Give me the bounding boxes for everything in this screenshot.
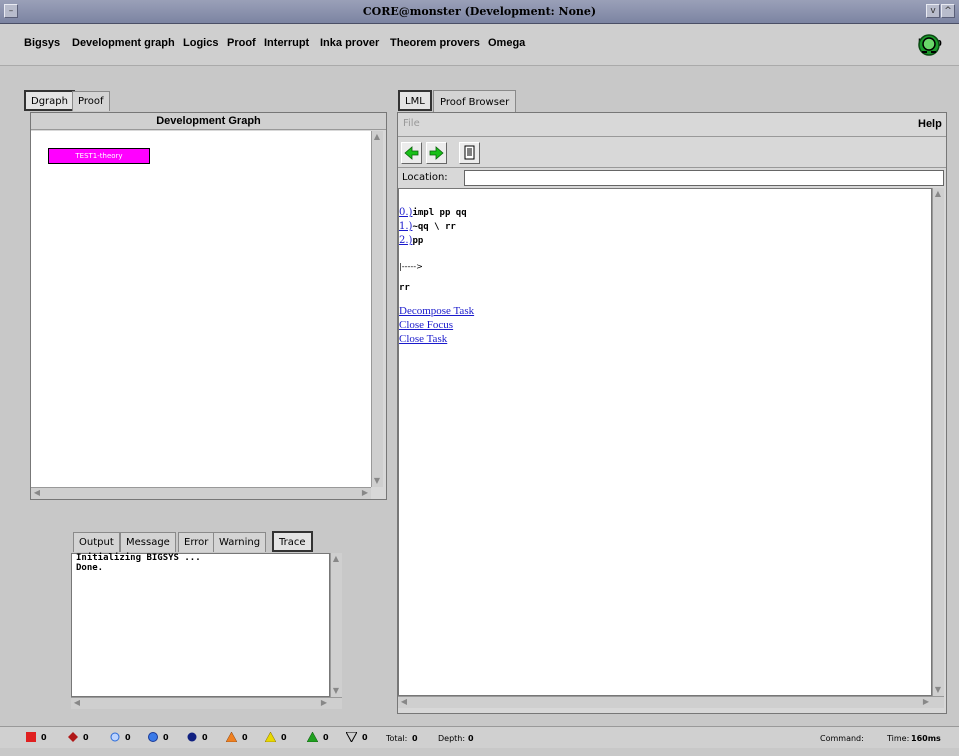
status-bar bbox=[0, 726, 959, 748]
blue-circle-outline-icon bbox=[110, 732, 120, 742]
trace-output-area[interactable] bbox=[71, 553, 330, 697]
lml-formula-1[interactable]: 1.)~qq \ rr bbox=[399, 221, 456, 232]
lml-formula-number[interactable]: 2.) bbox=[399, 235, 412, 246]
menu-omega[interactable]: Omega bbox=[488, 37, 525, 49]
lml-formula-text: ~qq \ rr bbox=[412, 222, 456, 232]
lml-horizontal-scrollbar[interactable]: ◀ ▶ bbox=[398, 696, 944, 708]
legend-yellow-triangle: 0 bbox=[265, 732, 287, 742]
lml-goal: rr bbox=[399, 283, 410, 293]
legend-count: 0 bbox=[362, 732, 368, 742]
time-label: Time: bbox=[887, 734, 910, 743]
menu-inka-prover[interactable]: Inka prover bbox=[320, 37, 379, 49]
tab-trace[interactable]: Trace bbox=[272, 531, 313, 552]
location-input[interactable] bbox=[464, 170, 944, 186]
legend-green-triangle: 0 bbox=[307, 732, 329, 742]
tab-lml[interactable]: LML bbox=[398, 90, 432, 111]
menu-logics[interactable]: Logics bbox=[183, 37, 218, 49]
triangle-down-icon bbox=[346, 732, 357, 742]
lml-formula-2[interactable]: 2.)pp bbox=[399, 235, 423, 246]
lml-content-area[interactable] bbox=[398, 188, 932, 696]
trace-vertical-scrollbar[interactable]: ▲ ▼ bbox=[330, 553, 342, 697]
legend-red-square: 0 bbox=[26, 732, 47, 742]
menu-development-graph[interactable]: Development graph bbox=[72, 37, 175, 49]
forward-button[interactable] bbox=[426, 142, 447, 164]
window-title: CORE@monster (Development: None) bbox=[362, 5, 597, 18]
legend-count: 0 bbox=[125, 732, 131, 742]
tab-warning[interactable]: Warning bbox=[213, 532, 267, 552]
lml-turnstile: |-----> bbox=[399, 262, 423, 271]
blue-circle-icon bbox=[148, 732, 158, 742]
total-label: Total: bbox=[386, 734, 408, 743]
depth-label: Depth: bbox=[438, 734, 466, 743]
graph-vertical-scrollbar[interactable]: ▲ ▼ bbox=[371, 131, 383, 487]
tab-proof[interactable]: Proof bbox=[72, 91, 110, 111]
close-focus-link[interactable]: Close Focus bbox=[399, 319, 453, 331]
decompose-task-link[interactable]: Decompose Task bbox=[399, 305, 474, 317]
menu-proof[interactable]: Proof bbox=[227, 37, 256, 49]
legend-count: 0 bbox=[41, 732, 47, 742]
lml-formula-number[interactable]: 1.) bbox=[399, 221, 412, 232]
trace-line: Done. bbox=[76, 563, 104, 573]
trace-line: Initializing BIGSYS ... bbox=[76, 553, 201, 563]
development-graph-header: Development Graph bbox=[31, 113, 386, 130]
divider bbox=[398, 167, 946, 168]
menu-bigsys[interactable]: Bigsys bbox=[24, 37, 60, 49]
legend-count: 0 bbox=[202, 732, 208, 742]
lml-formula-text: impl pp qq bbox=[412, 208, 467, 218]
graph-horizontal-scrollbar[interactable]: ◀ ▶ bbox=[31, 487, 371, 499]
tab-error[interactable]: Error bbox=[178, 532, 215, 552]
graph-node-test1-theory[interactable]: TEST1-theory bbox=[48, 148, 150, 164]
document-icon bbox=[464, 145, 475, 160]
total-value: 0 bbox=[412, 734, 418, 743]
legend-navy-circle: 0 bbox=[187, 732, 208, 742]
yellow-triangle-icon bbox=[265, 732, 276, 742]
document-button[interactable] bbox=[459, 142, 480, 164]
legend-blue-circle-outline: 0 bbox=[110, 732, 131, 742]
omega-icon bbox=[918, 34, 940, 56]
minimize-button[interactable]: v bbox=[926, 4, 940, 18]
legend-count: 0 bbox=[83, 732, 89, 742]
legend-blue-circle: 0 bbox=[148, 732, 169, 742]
lml-menu-help[interactable]: Help bbox=[918, 118, 942, 130]
omega-logo-button[interactable] bbox=[917, 33, 941, 57]
orange-triangle-icon bbox=[226, 732, 237, 742]
title-bar: – CORE@monster (Development: None) v ^ bbox=[0, 0, 959, 24]
legend-red-diamond: 0 bbox=[68, 732, 89, 742]
green-triangle-icon bbox=[307, 732, 318, 742]
red-diamond-icon bbox=[68, 732, 78, 742]
tab-proof-browser[interactable]: Proof Browser bbox=[433, 90, 517, 112]
depth-value: 0 bbox=[468, 734, 474, 743]
red-square-icon bbox=[26, 732, 36, 742]
legend-count: 0 bbox=[281, 732, 287, 742]
lml-formula-0[interactable]: 0.)impl pp qq bbox=[399, 207, 467, 218]
menubar: Bigsys Development graph Logics Proof In… bbox=[0, 24, 959, 66]
maximize-button[interactable]: ^ bbox=[941, 4, 955, 18]
legend-count: 0 bbox=[323, 732, 329, 742]
menu-theorem-provers[interactable]: Theorem provers bbox=[390, 37, 480, 49]
lml-formula-text: pp bbox=[412, 236, 424, 246]
trace-output-text: Initializing BIGSYS ... Done. bbox=[76, 553, 201, 573]
lml-vertical-scrollbar[interactable]: ▲ ▼ bbox=[932, 188, 944, 696]
legend-count: 0 bbox=[242, 732, 248, 742]
legend-triangle-down: 0 bbox=[346, 732, 368, 742]
divider bbox=[398, 136, 946, 137]
command-label: Command: bbox=[820, 734, 864, 743]
arrow-right-icon bbox=[429, 146, 444, 160]
graph-canvas[interactable] bbox=[31, 131, 371, 487]
menu-interrupt[interactable]: Interrupt bbox=[264, 37, 309, 49]
time-value: 160ms bbox=[911, 734, 941, 743]
tab-dgraph[interactable]: Dgraph bbox=[24, 90, 75, 111]
tab-message[interactable]: Message bbox=[120, 532, 176, 552]
legend-count: 0 bbox=[163, 732, 169, 742]
location-label: Location: bbox=[402, 172, 448, 183]
trace-horizontal-scrollbar[interactable]: ◀ ▶ bbox=[71, 697, 342, 709]
arrow-left-icon bbox=[404, 146, 419, 160]
close-task-link[interactable]: Close Task bbox=[399, 333, 447, 345]
tab-output[interactable]: Output bbox=[73, 532, 120, 552]
navy-circle-icon bbox=[187, 732, 197, 742]
lml-formula-number[interactable]: 0.) bbox=[399, 207, 412, 218]
lml-menu-file[interactable]: File bbox=[403, 118, 420, 129]
legend-orange-triangle: 0 bbox=[226, 732, 248, 742]
back-button[interactable] bbox=[401, 142, 422, 164]
